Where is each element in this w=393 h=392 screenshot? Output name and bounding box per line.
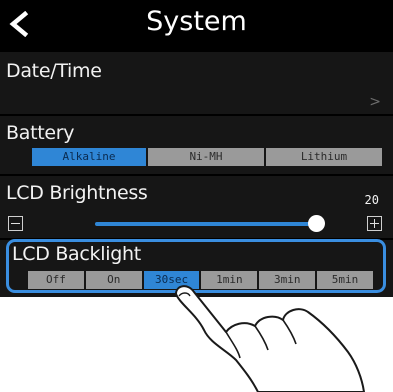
hand-pointer-icon [175,285,365,392]
